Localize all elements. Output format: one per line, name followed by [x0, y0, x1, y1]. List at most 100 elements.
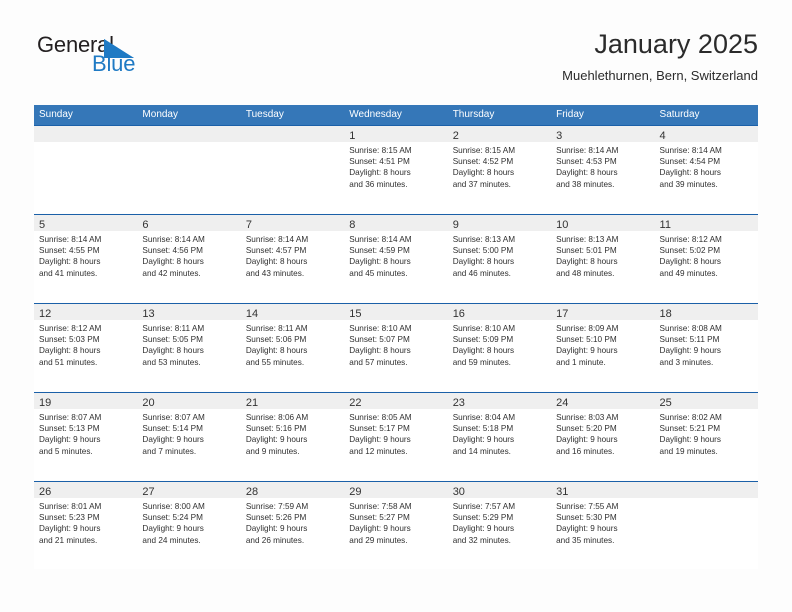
sunset-text: Sunset: 4:53 PM: [556, 157, 617, 167]
day-details: Sunrise: 7:55 AM Sunset: 5:30 PM Daylight:…: [551, 498, 654, 546]
calendar-day-cell[interactable]: 29 Sunrise: 7:58 AM Sunset: 5:27 PM Dayligh…: [344, 482, 448, 569]
sunset-text: Sunset: 4:57 PM: [245, 246, 307, 256]
general-blue-logo[interactable]: General Blue: [34, 32, 254, 88]
day-number-band: 24: [551, 393, 655, 409]
calendar-day-cell[interactable]: 11 Sunrise: 8:12 AM Sunset: 5:02 PM Dayligh…: [654, 215, 758, 302]
daylight-text-line2: and 32 minutes.: [452, 535, 511, 545]
calendar-day-cell[interactable]: 30 Sunrise: 7:57 AM Sunset: 5:29 PM Dayligh…: [447, 482, 552, 569]
calendar-day-cell[interactable]: 16 Sunrise: 8:10 AM Sunset: 5:09 PM Dayligh…: [447, 304, 552, 391]
calendar-day-cell[interactable]: 13 Sunrise: 8:11 AM Sunset: 5:05 PM Dayligh…: [137, 304, 241, 391]
day-number-band: 25: [654, 393, 758, 409]
page-subtitle: Muehlethurnen, Bern, Switzerland: [562, 68, 758, 83]
day-number-band: 26: [34, 482, 138, 498]
weekday-header-sunday: Sunday: [39, 109, 73, 120]
day-details: Sunrise: 8:11 AM Sunset: 5:06 PM Daylight:…: [241, 320, 344, 368]
sunrise-text: Sunrise: 8:15 AM: [452, 146, 516, 155]
calendar-day-cell[interactable]: 7 Sunrise: 8:14 AM Sunset: 4:57 PM Daylight…: [240, 215, 345, 302]
daylight-text-line1: Daylight: 8 hours: [452, 168, 515, 178]
sunrise-text: Sunrise: 8:02 AM: [659, 413, 722, 422]
calendar-day-cell[interactable]: 14 Sunrise: 8:11 AM Sunset: 5:06 PM Dayligh…: [240, 304, 345, 391]
day-number-band: 19: [34, 393, 138, 409]
calendar-day-cell[interactable]: 27 Sunrise: 8:00 AM Sunset: 5:24 PM Dayligh…: [137, 482, 241, 569]
calendar-day-cell[interactable]: 12 Sunrise: 8:12 AM Sunset: 5:03 PM Dayligh…: [34, 304, 138, 391]
calendar-day-cell[interactable]: 1 Sunrise: 8:15 AM Sunset: 4:51 PM Daylight…: [344, 126, 448, 213]
calendar-day-cell[interactable]: 26 Sunrise: 8:01 AM Sunset: 5:23 PM Dayligh…: [34, 482, 138, 569]
sunset-text: Sunset: 5:18 PM: [452, 424, 514, 434]
sunrise-text: Sunrise: 8:00 AM: [142, 502, 205, 511]
daylight-text-line1: Daylight: 8 hours: [452, 346, 515, 356]
day-number-band: 16: [447, 304, 552, 320]
daylight-text-line2: and 5 minutes.: [39, 446, 93, 456]
day-number-band: 27: [137, 482, 241, 498]
day-number: 6: [142, 219, 149, 231]
day-number: 8: [349, 219, 356, 231]
daylight-text-line1: Daylight: 9 hours: [349, 524, 411, 534]
day-number: 2: [452, 130, 459, 142]
calendar-day-cell[interactable]: 15 Sunrise: 8:10 AM Sunset: 5:07 PM Dayligh…: [344, 304, 448, 391]
calendar-day-cell[interactable]: 23 Sunrise: 8:04 AM Sunset: 5:18 PM Dayligh…: [447, 393, 552, 480]
calendar-day-cell[interactable]: 2 Sunrise: 8:15 AM Sunset: 4:52 PM Daylight…: [447, 126, 552, 213]
daylight-text-line1: Daylight: 8 hours: [452, 257, 515, 267]
day-details: Sunrise: 8:10 AM Sunset: 5:09 PM Daylight:…: [448, 320, 551, 368]
day-number-band: 6: [137, 215, 241, 231]
calendar-day-cell[interactable]: 10 Sunrise: 8:13 AM Sunset: 5:01 PM Dayligh…: [551, 215, 655, 302]
daylight-text-line1: Daylight: 8 hours: [349, 168, 411, 178]
calendar-day-cell[interactable]: 25 Sunrise: 8:02 AM Sunset: 5:21 PM Dayligh…: [654, 393, 758, 480]
day-details: Sunrise: 8:11 AM Sunset: 5:05 PM Daylight:…: [137, 320, 240, 368]
sunset-text: Sunset: 5:10 PM: [556, 335, 617, 345]
day-number: 24: [556, 397, 569, 409]
day-number: 9: [452, 219, 459, 231]
calendar-day-cell[interactable]: 3 Sunrise: 8:14 AM Sunset: 4:53 PM Daylight…: [551, 126, 655, 213]
daylight-text-line2: and 48 minutes.: [556, 268, 615, 278]
day-number: 19: [39, 397, 52, 409]
sunset-text: Sunset: 5:06 PM: [245, 335, 307, 345]
calendar-day-cell[interactable]: 5 Sunrise: 8:14 AM Sunset: 4:55 PM Daylight…: [34, 215, 138, 302]
sunset-text: Sunset: 5:09 PM: [452, 335, 514, 345]
calendar-day-cell[interactable]: 22 Sunrise: 8:05 AM Sunset: 5:17 PM Dayligh…: [344, 393, 448, 480]
calendar-week-row: 19 Sunrise: 8:07 AM Sunset: 5:13 PM Dayligh…: [34, 392, 758, 481]
sunrise-text: Sunrise: 7:55 AM: [556, 502, 619, 511]
sunset-text: Sunset: 5:05 PM: [142, 335, 203, 345]
day-number-band: 1: [344, 126, 448, 142]
calendar-week-row: 12 Sunrise: 8:12 AM Sunset: 5:03 PM Dayligh…: [34, 303, 758, 392]
sunrise-text: Sunrise: 8:12 AM: [659, 235, 722, 244]
sunrise-text: Sunrise: 8:10 AM: [349, 324, 412, 333]
calendar-day-cell[interactable]: 6 Sunrise: 8:14 AM Sunset: 4:56 PM Daylight…: [137, 215, 241, 302]
day-number-band: 12: [34, 304, 138, 320]
day-number-band: 30: [447, 482, 552, 498]
day-number-band: [240, 126, 345, 142]
daylight-text-line2: and 42 minutes.: [142, 268, 201, 278]
sunrise-text: Sunrise: 8:09 AM: [556, 324, 619, 333]
weekday-header-thursday: Thursday: [452, 109, 495, 120]
sunrise-text: Sunrise: 8:13 AM: [452, 235, 516, 244]
calendar-day-cell[interactable]: 20 Sunrise: 8:07 AM Sunset: 5:14 PM Dayligh…: [137, 393, 241, 480]
sunset-text: Sunset: 5:21 PM: [659, 424, 721, 434]
daylight-text-line2: and 55 minutes.: [245, 357, 305, 367]
page-header: General Blue January 2025 Muehlethurnen,…: [34, 28, 758, 98]
sunset-text: Sunset: 4:55 PM: [39, 246, 100, 256]
page-title: January 2025: [594, 29, 758, 59]
calendar-day-cell[interactable]: 28 Sunrise: 7:59 AM Sunset: 5:26 PM Dayligh…: [240, 482, 345, 569]
calendar-day-cell[interactable]: 24 Sunrise: 8:03 AM Sunset: 5:20 PM Dayligh…: [551, 393, 655, 480]
calendar-day-cell[interactable]: 18 Sunrise: 8:08 AM Sunset: 5:11 PM Dayligh…: [654, 304, 758, 391]
day-details: Sunrise: 7:58 AM Sunset: 5:27 PM Daylight:…: [344, 498, 447, 546]
calendar-day-cell[interactable]: 31 Sunrise: 7:55 AM Sunset: 5:30 PM Dayligh…: [551, 482, 655, 569]
calendar-day-cell[interactable]: 21 Sunrise: 8:06 AM Sunset: 5:16 PM Dayligh…: [240, 393, 345, 480]
calendar-day-cell[interactable]: 9 Sunrise: 8:13 AM Sunset: 5:00 PM Daylight…: [447, 215, 552, 302]
sunset-text: Sunset: 4:56 PM: [142, 246, 203, 256]
sunset-text: Sunset: 4:59 PM: [349, 246, 410, 256]
calendar-day-cell[interactable]: 19 Sunrise: 8:07 AM Sunset: 5:13 PM Dayligh…: [34, 393, 138, 480]
sunset-text: Sunset: 5:01 PM: [556, 246, 617, 256]
day-details: Sunrise: 7:57 AM Sunset: 5:29 PM Daylight:…: [448, 498, 551, 546]
day-number: 21: [245, 397, 259, 409]
sunset-text: Sunset: 5:20 PM: [556, 424, 617, 434]
day-number: 31: [556, 486, 569, 498]
daylight-text-line1: Daylight: 8 hours: [659, 168, 721, 178]
daylight-text-line2: and 57 minutes.: [349, 357, 408, 367]
daylight-text-line1: Daylight: 8 hours: [245, 257, 308, 267]
calendar-day-cell[interactable]: 4 Sunrise: 8:14 AM Sunset: 4:54 PM Daylight…: [654, 126, 758, 213]
calendar-day-cell[interactable]: 8 Sunrise: 8:14 AM Sunset: 4:59 PM Daylight…: [344, 215, 448, 302]
daylight-text-line2: and 41 minutes.: [39, 268, 98, 278]
calendar-day-cell-empty: [137, 126, 241, 213]
calendar-day-cell[interactable]: 17 Sunrise: 8:09 AM Sunset: 5:10 PM Dayligh…: [551, 304, 655, 391]
